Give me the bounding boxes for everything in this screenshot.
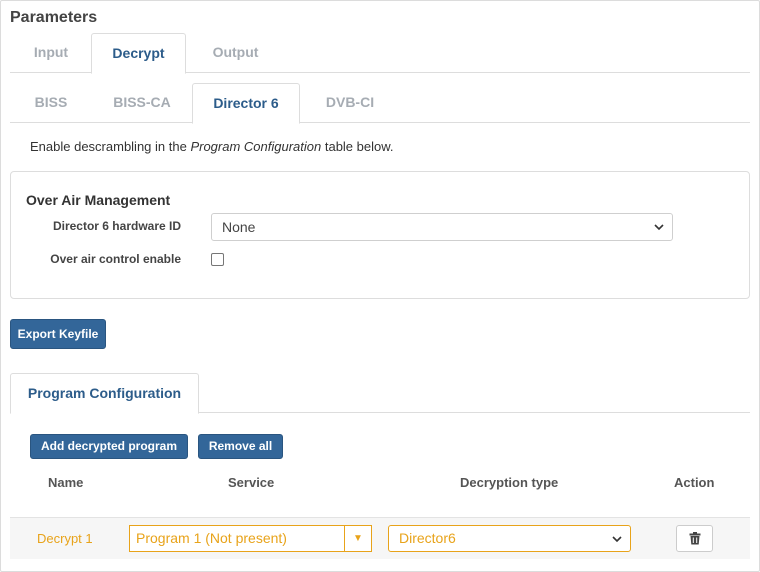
delete-row-button[interactable]	[676, 525, 713, 552]
decryption-type-select[interactable]: Director6	[388, 525, 631, 552]
program-tabs: Program Configuration	[10, 373, 750, 414]
tab-output[interactable]: Output	[186, 33, 285, 73]
program-name: Decrypt 1	[37, 531, 93, 546]
service-dropdown-button[interactable]: ▼	[344, 526, 371, 551]
trash-icon	[689, 532, 701, 545]
over-air-control-checkbox[interactable]	[211, 253, 224, 266]
tab-biss-ca[interactable]: BISS-CA	[92, 83, 192, 123]
caret-down-icon: ▼	[353, 533, 363, 544]
decrypt-tabs: BISS BISS-CA Director 6 DVB-CI	[10, 83, 750, 124]
service-select[interactable]: Program 1 (Not present) ▼	[129, 525, 372, 552]
hint-text-before: Enable descrambling in the	[30, 139, 191, 154]
page-title: Parameters	[10, 9, 98, 26]
remove-all-button[interactable]: Remove all	[198, 434, 283, 459]
add-decrypted-program-button[interactable]: Add decrypted program	[30, 434, 188, 459]
tab-decrypt[interactable]: Decrypt	[91, 33, 186, 74]
column-header-name: Name	[48, 475, 84, 490]
hint-emphasis: Program Configuration	[190, 139, 322, 154]
descrambling-hint: Enable descrambling in the Program Confi…	[30, 139, 394, 154]
tab-program-configuration[interactable]: Program Configuration	[10, 373, 199, 414]
main-tabs: Input Decrypt Output	[10, 33, 750, 74]
hardware-id-label: Director 6 hardware ID	[52, 219, 181, 233]
tab-director-6[interactable]: Director 6	[192, 83, 300, 124]
tab-input[interactable]: Input	[10, 33, 92, 73]
chevron-down-icon	[612, 536, 622, 543]
over-air-control-label: Over air control enable	[50, 252, 181, 266]
over-air-panel: Over Air Management Director 6 hardware …	[10, 171, 750, 299]
over-air-title: Over Air Management	[26, 192, 171, 208]
hint-text-after: table below.	[321, 139, 394, 154]
decryption-type-value: Director6	[399, 530, 456, 546]
hardware-id-select[interactable]: None	[211, 213, 673, 241]
export-keyfile-button[interactable]: Export Keyfile	[10, 319, 106, 349]
hardware-id-value: None	[222, 219, 256, 235]
chevron-down-icon	[654, 224, 664, 231]
column-header-service: Service	[228, 475, 275, 490]
column-header-decryption-type: Decryption type	[460, 475, 559, 490]
column-header-action: Action	[674, 475, 715, 490]
tab-dvb-ci[interactable]: DVB-CI	[300, 83, 400, 123]
service-value: Program 1 (Not present)	[136, 530, 287, 546]
tab-biss[interactable]: BISS	[10, 83, 92, 123]
table-row: Decrypt 1 Program 1 (Not present) ▼ Dire…	[10, 517, 750, 559]
